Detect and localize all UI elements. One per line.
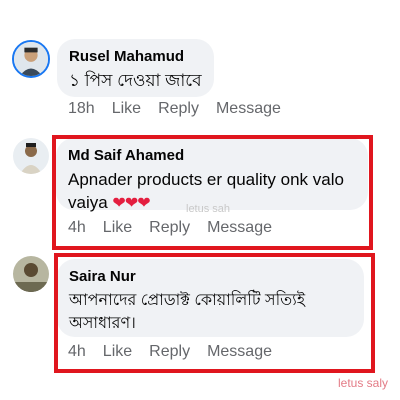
watermark: letus saly	[338, 376, 389, 390]
highlight-box	[54, 253, 375, 373]
avatar[interactable]	[13, 256, 49, 292]
comment-saira-nur: Saira Nur আপনাদের প্রোডাক্ট কোয়ালিটি সত…	[0, 0, 400, 380]
